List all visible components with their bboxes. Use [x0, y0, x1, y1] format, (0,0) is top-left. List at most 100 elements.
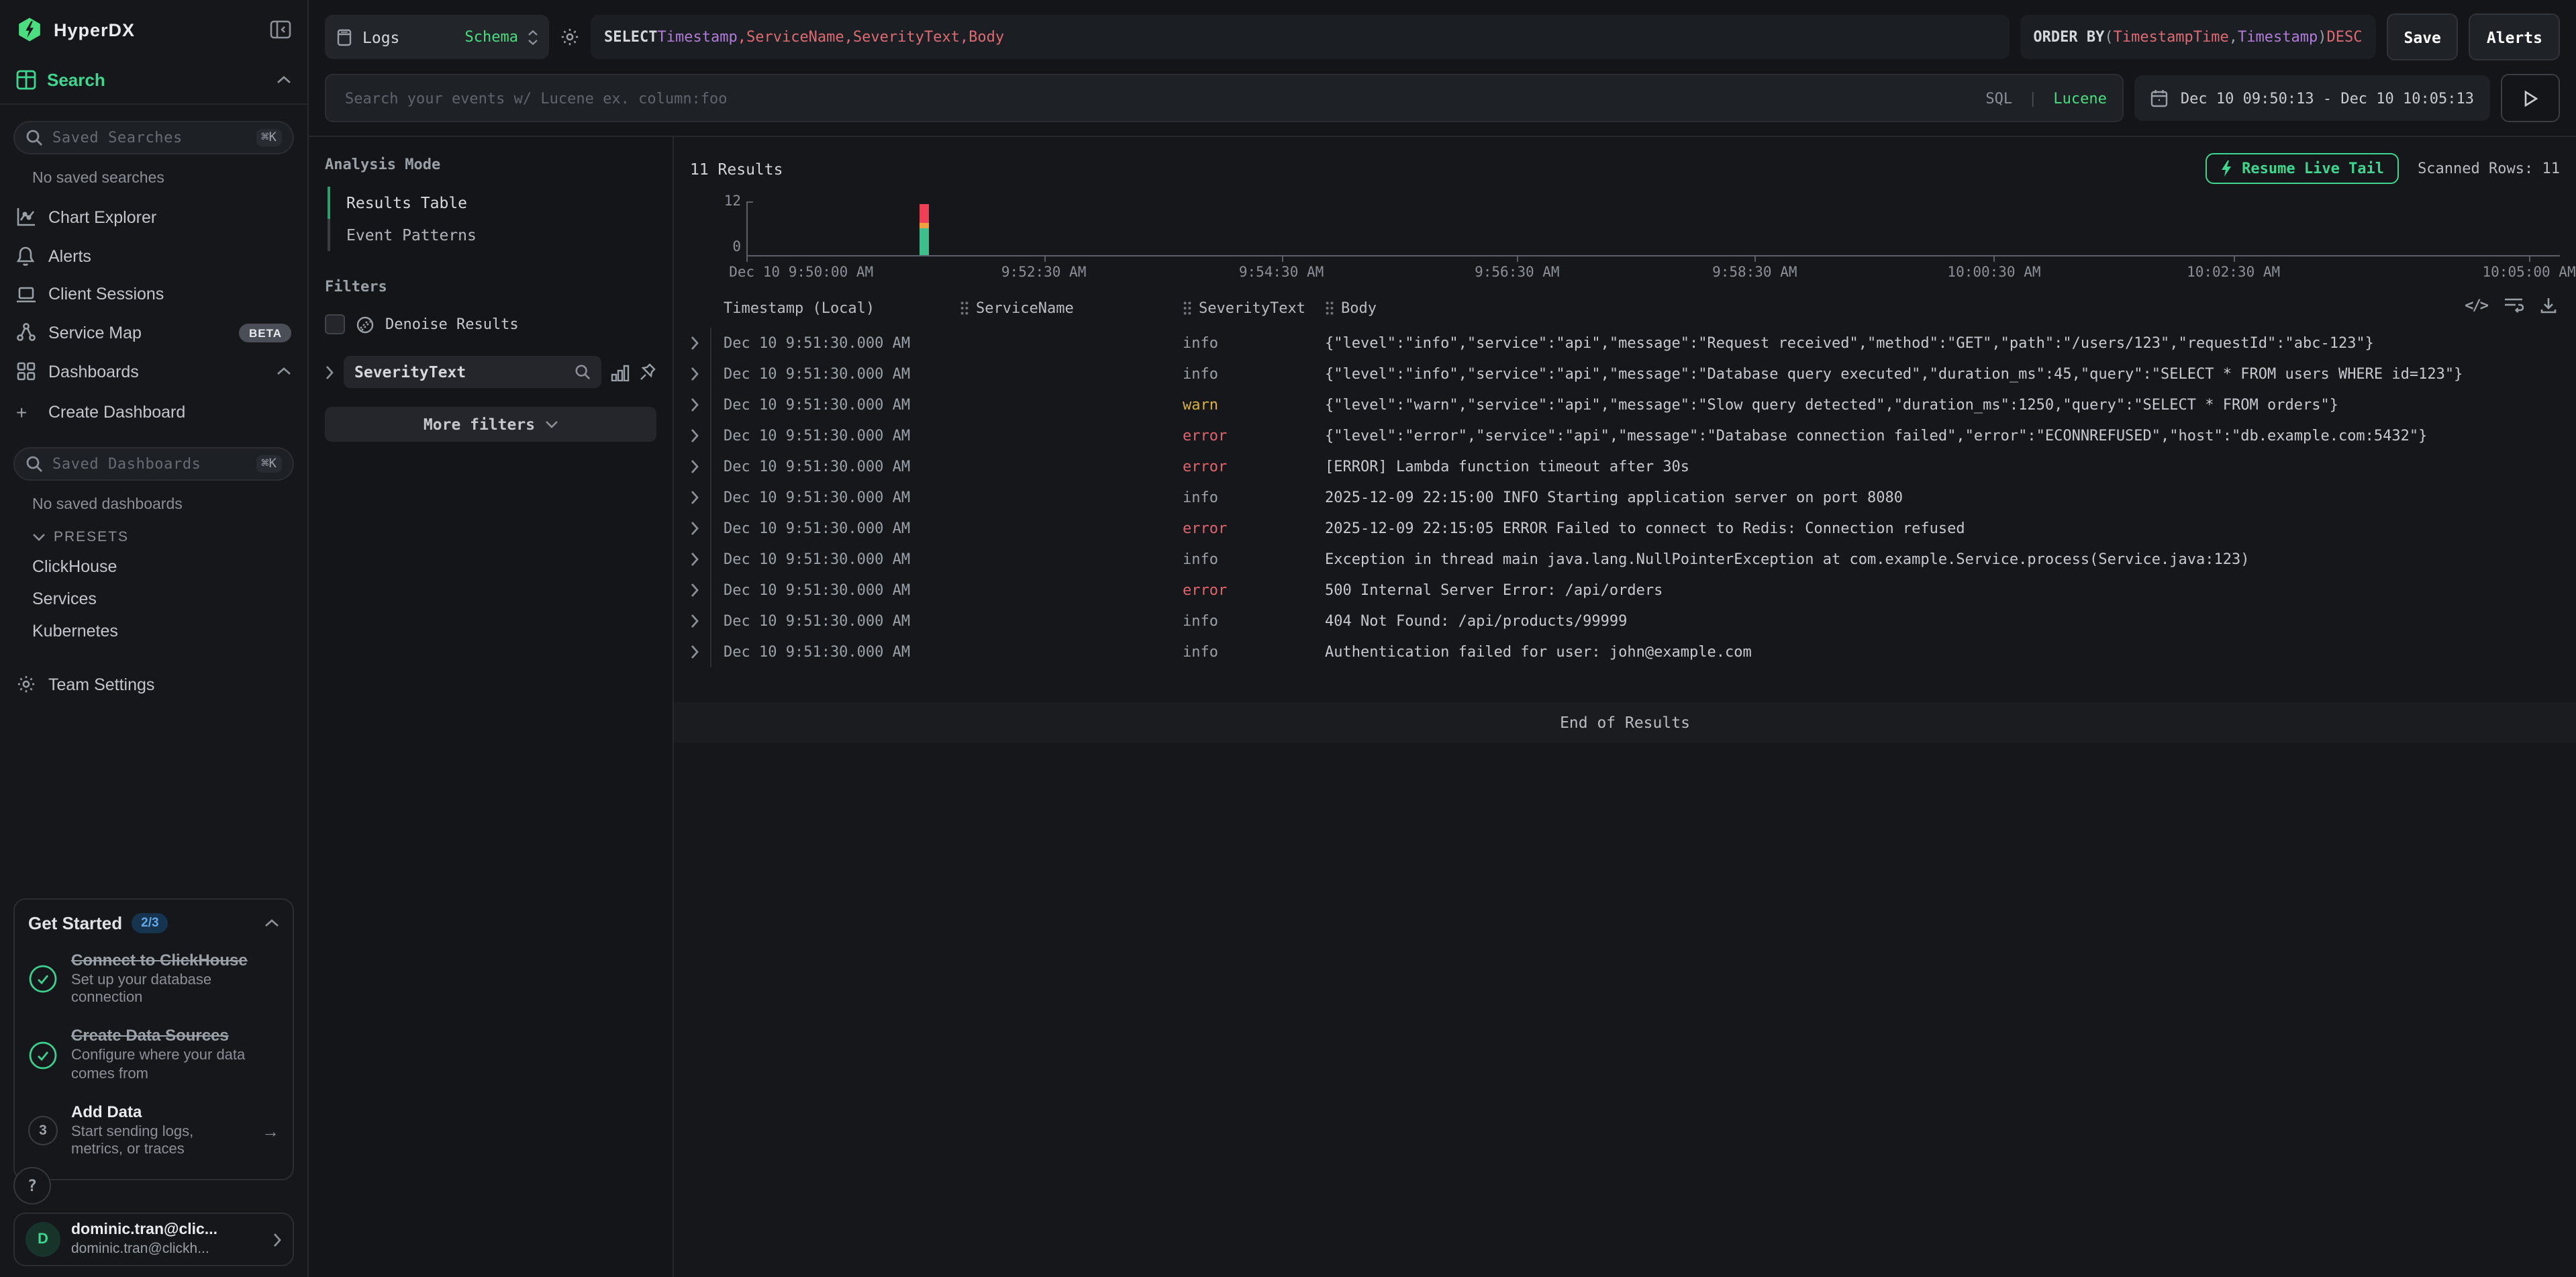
saved-dashboards-input[interactable]: Saved Dashboards ⌘K [13, 447, 294, 481]
row-expander-icon[interactable] [690, 397, 710, 412]
get-started-step-connect[interactable]: Connect to ClickHouse Set up your databa… [28, 950, 279, 1008]
step-number-icon: 3 [28, 1117, 58, 1146]
col-body[interactable]: Body [1325, 299, 2560, 317]
table-header: Timestamp (Local) ServiceName SeverityTe… [674, 297, 2576, 328]
preset-kubernetes[interactable]: Kubernetes [0, 615, 307, 647]
table-row[interactable]: Dec 10 9:51:30.000 AMerror{"level":"erro… [674, 420, 2576, 451]
sidebar-item-client-sessions[interactable]: Client Sessions [0, 275, 307, 313]
table-row[interactable]: Dec 10 9:51:30.000 AMinfo2025-12-09 22:1… [674, 482, 2576, 513]
sidebar-item-search[interactable]: Search [0, 56, 307, 105]
histogram-bar[interactable] [920, 205, 930, 255]
collapse-sidebar-icon[interactable] [270, 20, 291, 39]
saved-dashboards-placeholder: Saved Dashboards [52, 455, 246, 473]
chevron-down-icon [32, 533, 46, 541]
bar-chart-icon[interactable] [611, 363, 630, 381]
get-started-step-sources[interactable]: Create Data Sources Configure where your… [28, 1026, 279, 1084]
row-expander-icon[interactable] [690, 645, 710, 659]
sidebar-item-dashboards[interactable]: Dashboards [0, 352, 307, 391]
cell-severity: error [1183, 520, 1325, 537]
presets-label: PRESETS [54, 529, 129, 545]
col-timestamp[interactable]: Timestamp (Local) [724, 299, 960, 317]
run-query-button[interactable] [2501, 74, 2560, 122]
preset-clickhouse[interactable]: ClickHouse [0, 551, 307, 583]
table-row[interactable]: Dec 10 9:51:30.000 AMerror500 Internal S… [674, 575, 2576, 606]
table-row[interactable]: Dec 10 9:51:30.000 AMerror2025-12-09 22:… [674, 513, 2576, 544]
row-expander-icon[interactable] [690, 614, 710, 628]
events-search-input[interactable] [342, 88, 1975, 108]
more-filters-button[interactable]: More filters [325, 407, 656, 442]
severity-filter-field[interactable]: SeverityText [344, 356, 601, 388]
avatar: D [26, 1222, 60, 1257]
mode-results-table[interactable]: Results Table [325, 187, 656, 219]
row-expander-icon[interactable] [690, 490, 710, 505]
cell-body: 404 Not Found: /api/products/99999 [1325, 612, 2560, 630]
table-row[interactable]: Dec 10 9:51:30.000 AMerror[ERROR] Lambda… [674, 451, 2576, 482]
mode-separator: | [2023, 89, 2042, 107]
sql-mode-toggle[interactable]: SQL [1985, 89, 2012, 107]
drag-handle-icon[interactable] [1183, 301, 1192, 316]
resume-live-tail-button[interactable]: Resume Live Tail [2206, 153, 2399, 184]
analysis-modes: Results Table Event Patterns [325, 187, 656, 251]
presets-toggle[interactable]: PRESETS [0, 518, 307, 551]
chevron-up-icon[interactable] [277, 75, 291, 85]
preset-services[interactable]: Services [0, 583, 307, 615]
table-row[interactable]: Dec 10 9:51:30.000 AMinfoException in th… [674, 544, 2576, 575]
cell-timestamp: Dec 10 9:51:30.000 AM [724, 396, 960, 414]
orderby-clause-input[interactable]: ORDER BY (TimestampTime, Timestamp) DESC [2020, 15, 2375, 59]
table-row[interactable]: Dec 10 9:51:30.000 AMinfo404 Not Found: … [674, 606, 2576, 636]
alerts-button[interactable]: Alerts [2469, 13, 2560, 60]
download-icon[interactable] [2540, 297, 2557, 314]
sidebar-item-chart-explorer[interactable]: Chart Explorer [0, 197, 307, 236]
lucene-mode-toggle[interactable]: Lucene [2053, 89, 2107, 107]
row-expander-icon[interactable] [690, 336, 710, 350]
table-row[interactable]: Dec 10 9:51:30.000 AMwarn{"level":"warn"… [674, 389, 2576, 420]
col-servicename[interactable]: ServiceName [960, 299, 1183, 317]
chevron-up-icon[interactable] [277, 367, 291, 376]
results-count: 11 Results [690, 159, 783, 178]
source-label: Logs [362, 28, 456, 46]
row-expander-icon[interactable] [690, 552, 710, 567]
row-expander-icon[interactable] [690, 367, 710, 381]
create-dashboard-button[interactable]: + Create Dashboard [0, 393, 307, 431]
saved-searches-placeholder: Saved Searches [52, 129, 246, 146]
chevron-up-icon[interactable] [264, 918, 279, 927]
query-token: ,ServiceName,SeverityText,Body [738, 28, 1004, 46]
wrap-lines-icon[interactable] [2504, 297, 2524, 314]
sidebar-item-team-settings[interactable]: Team Settings [0, 658, 307, 710]
code-view-icon[interactable]: </> [2465, 297, 2487, 314]
table-row[interactable]: Dec 10 9:51:30.000 AMinfo{"level":"info"… [674, 359, 2576, 389]
query-token: ( [2104, 28, 2113, 46]
drag-handle-icon[interactable] [960, 301, 969, 316]
user-email: dominic.tran@clickh... [71, 1241, 217, 1257]
cell-timestamp: Dec 10 9:51:30.000 AM [724, 427, 960, 444]
pin-icon[interactable] [639, 363, 656, 381]
help-button[interactable]: ? [13, 1167, 51, 1204]
date-range-picker[interactable]: Dec 10 09:50:13 - Dec 10 10:05:13 [2135, 75, 2490, 121]
table-row[interactable]: Dec 10 9:51:30.000 AMinfoAuthentication … [674, 636, 2576, 667]
source-select[interactable]: Logs Schema [325, 15, 549, 59]
query-token: ORDER BY [2033, 28, 2104, 46]
events-histogram[interactable]: 12 0 Dec 10 9:50:00 AM9:52:30 AM9:54:30 … [690, 197, 2560, 278]
topbar: Logs Schema SELECT Timestamp,ServiceName… [309, 0, 2576, 137]
mode-event-patterns[interactable]: Event Patterns [325, 219, 656, 251]
row-expander-icon[interactable] [690, 521, 710, 536]
drag-handle-icon[interactable] [1325, 301, 1334, 316]
get-started-step-add-data[interactable]: 3 Add Data Start sending logs, metrics, … [28, 1102, 279, 1160]
row-expander-icon[interactable] [690, 459, 710, 474]
calendar-icon [2151, 89, 2169, 107]
col-severitytext[interactable]: SeverityText [1183, 299, 1325, 317]
save-button[interactable]: Save [2387, 13, 2459, 60]
table-row[interactable]: Dec 10 9:51:30.000 AMinfo{"level":"info"… [674, 328, 2576, 359]
sidebar-item-service-map[interactable]: Service Map BETA [0, 313, 307, 352]
chevron-right-icon[interactable] [325, 365, 334, 379]
saved-searches-input[interactable]: Saved Searches ⌘K [13, 121, 294, 154]
row-expander-icon[interactable] [690, 428, 710, 443]
row-expander-icon[interactable] [690, 583, 710, 598]
gear-icon[interactable] [560, 27, 580, 47]
sidebar-item-alerts[interactable]: Alerts [0, 236, 307, 275]
scanned-rows-text: Scanned Rows: 11 [2418, 160, 2560, 177]
select-clause-input[interactable]: SELECT Timestamp,ServiceName,SeverityTex… [591, 15, 2009, 59]
user-profile[interactable]: D dominic.tran@clic... dominic.tran@clic… [13, 1213, 294, 1266]
denoise-results-toggle[interactable]: Denoise Results [325, 314, 656, 334]
denoise-checkbox[interactable] [325, 314, 345, 334]
